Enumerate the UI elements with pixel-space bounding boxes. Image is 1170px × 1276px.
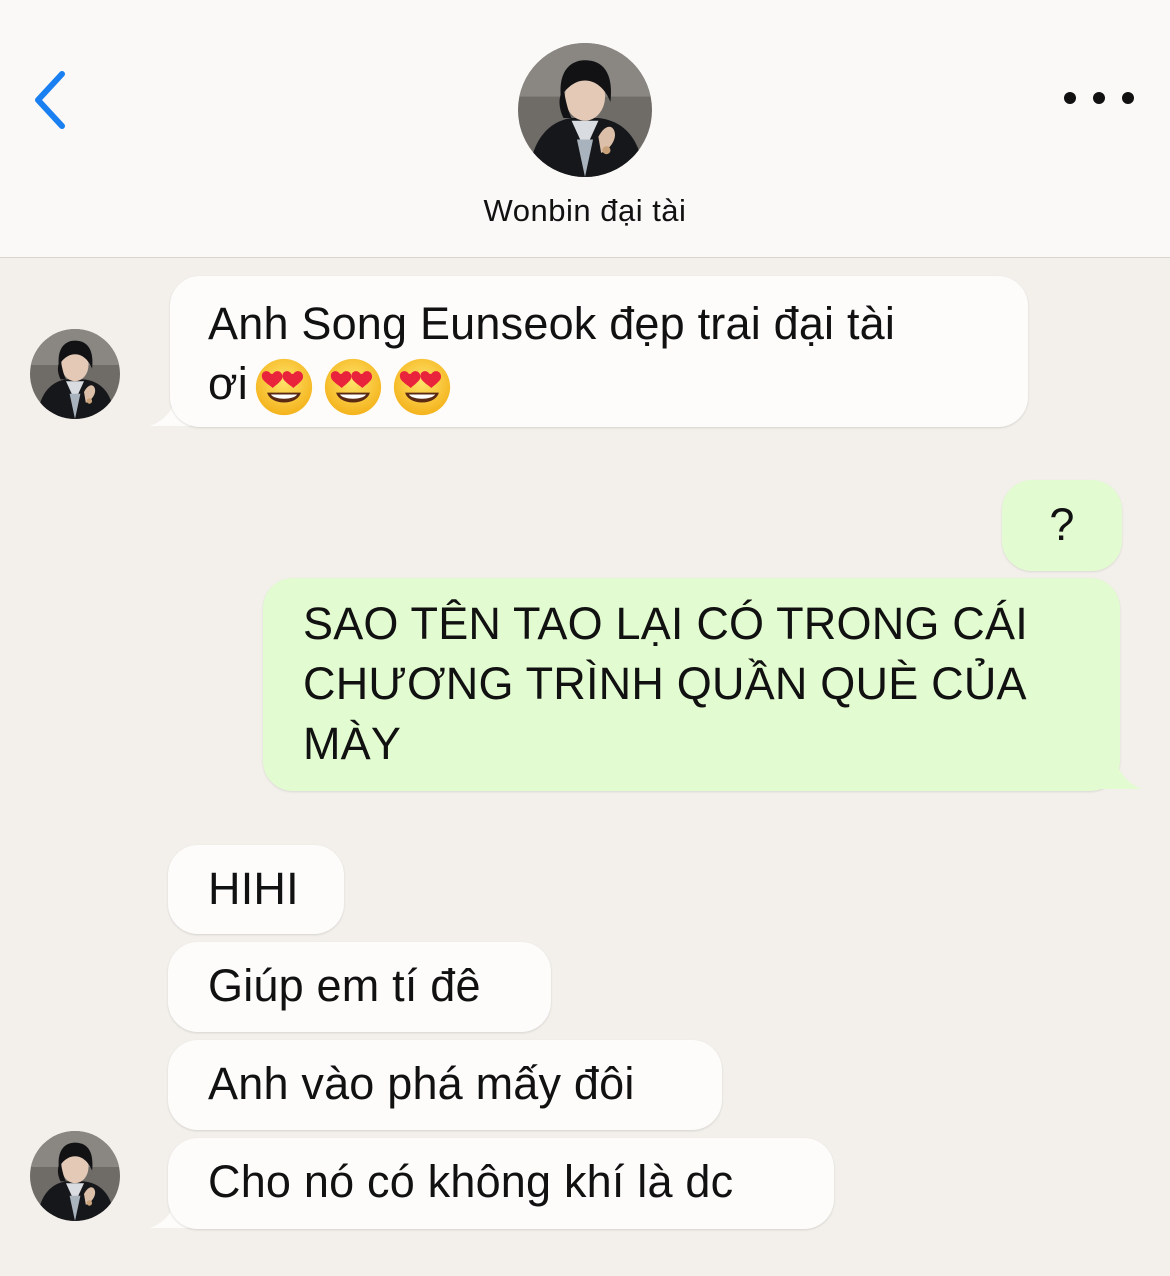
- message-text: Cho nó có không khí là dc: [208, 1156, 734, 1207]
- message-bubble-incoming[interactable]: Cho nó có không khí là dc: [168, 1138, 834, 1229]
- message-bubble-outgoing[interactable]: SAO TÊN TAO LẠI CÓ TRONG CÁI CHƯƠNG TRÌN…: [263, 578, 1120, 791]
- message-text: Giúp em tí đê: [208, 960, 481, 1011]
- message-text-line: ơi: [208, 354, 990, 417]
- message-text: Anh vào phá mấy đôi: [208, 1058, 635, 1109]
- ellipsis-dot: [1093, 92, 1105, 104]
- message-bubble-incoming[interactable]: HIHI: [168, 845, 344, 934]
- message-text: HIHI: [208, 863, 299, 914]
- message-bubble-incoming[interactable]: Anh Song Eunseok đẹp trai đại tài ơi: [170, 276, 1028, 427]
- message-bubble-incoming[interactable]: Giúp em tí đê: [168, 942, 551, 1032]
- ellipsis-horizontal-icon: [1064, 92, 1076, 104]
- chat-header: Wonbin đại tài: [0, 0, 1170, 258]
- message-text: SAO TÊN TAO LẠI CÓ TRONG CÁI: [303, 598, 1028, 649]
- ellipsis-dot: [1122, 92, 1134, 104]
- heart-eyes-emoji-icon: [255, 358, 313, 416]
- sender-avatar[interactable]: [30, 329, 120, 419]
- message-text: ơi: [208, 358, 248, 409]
- message-text: ?: [1049, 499, 1075, 550]
- contact-avatar[interactable]: [518, 43, 652, 177]
- message-text: CHƯƠNG TRÌNH QUẦN QUÈ CỦA: [303, 658, 1027, 709]
- emoji-group: [254, 357, 461, 417]
- message-bubble-outgoing[interactable]: ?: [1002, 480, 1122, 571]
- message-bubble-incoming[interactable]: Anh vào phá mấy đôi: [168, 1040, 722, 1130]
- more-options-button[interactable]: [1064, 78, 1134, 118]
- heart-eyes-emoji-icon: [324, 358, 382, 416]
- sender-avatar[interactable]: [30, 1131, 120, 1221]
- contact-name[interactable]: Wonbin đại tài: [0, 193, 1170, 229]
- chevron-left-icon: [35, 71, 65, 129]
- bubble-tail-outgoing: [1100, 759, 1142, 789]
- message-text: Anh Song Eunseok đẹp trai đại tài: [208, 298, 896, 349]
- heart-eyes-emoji-icon: [393, 358, 451, 416]
- back-button[interactable]: [20, 62, 80, 138]
- message-text: MÀY: [303, 718, 402, 769]
